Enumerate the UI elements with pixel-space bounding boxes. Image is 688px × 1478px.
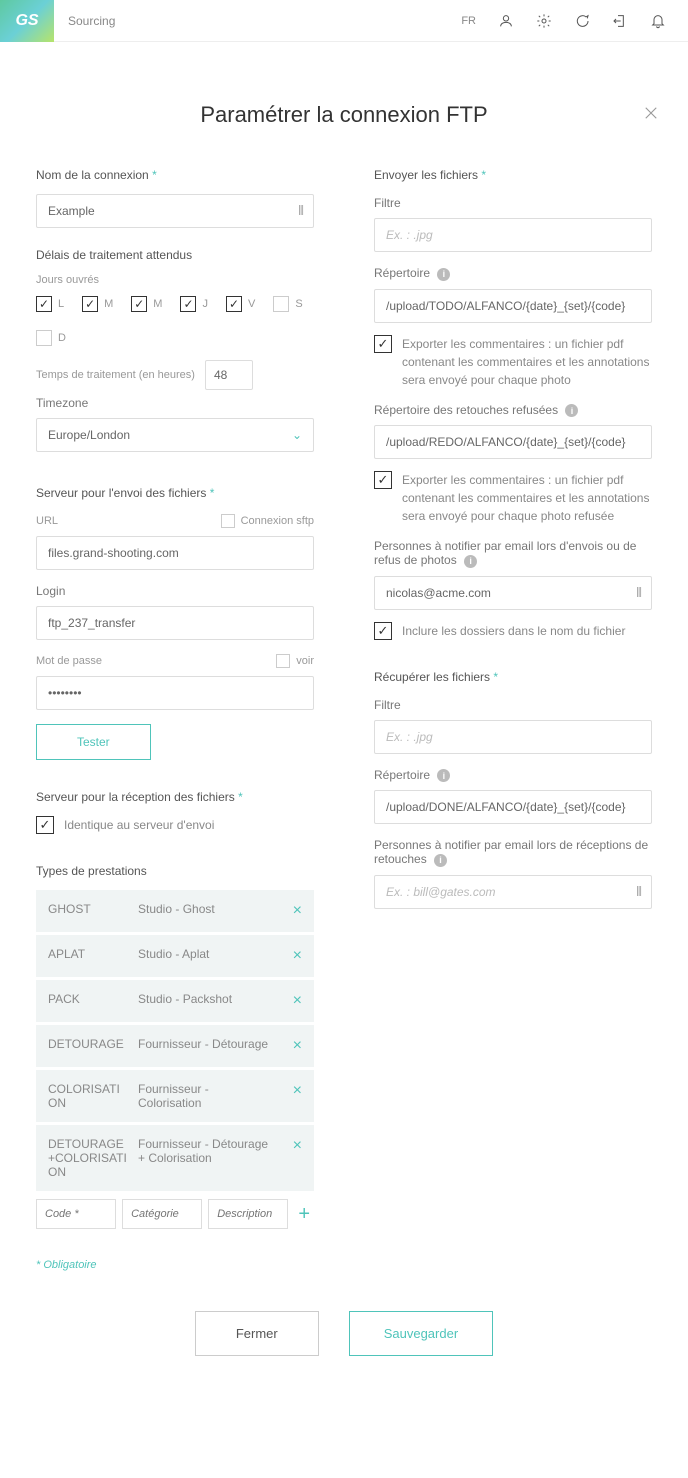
prest-row: DETOURAGE+COLORISATIONFournisseur - Déto… — [36, 1125, 314, 1191]
remove-icon[interactable]: × — [282, 992, 302, 1010]
bars-icon[interactable]: ⦀ — [636, 585, 642, 601]
day-M2[interactable] — [131, 296, 147, 312]
left-column: Nom de la connexion * ⦀ Délais de traite… — [36, 168, 314, 1271]
bars-icon[interactable]: ⦀ — [298, 203, 304, 219]
pwd-label: Mot de passe — [36, 655, 102, 667]
right-column: Envoyer les fichiers * Filtre Répertoire… — [374, 168, 652, 1271]
prest-list: GHOSTStudio - Ghost× APLATStudio - Aplat… — [36, 890, 314, 1191]
chat-icon[interactable] — [574, 13, 590, 29]
close-icon[interactable] — [642, 104, 660, 122]
refused-repo-input[interactable] — [374, 425, 652, 459]
send-filter-input[interactable] — [374, 218, 652, 252]
info-icon[interactable]: i — [437, 268, 450, 281]
prest-row: COLORISATIONFournisseur - Colorisation× — [36, 1070, 314, 1122]
recv-repo-input[interactable] — [374, 790, 652, 824]
url-label: URL — [36, 515, 58, 527]
day-V[interactable] — [226, 296, 242, 312]
save-button[interactable]: Sauvegarder — [349, 1311, 493, 1356]
day-L[interactable] — [36, 296, 52, 312]
timezone-select[interactable]: Europe/London ⌄ — [36, 418, 314, 452]
gear-icon[interactable] — [536, 13, 552, 29]
send-repo-label: Répertoire i — [374, 266, 652, 281]
remove-icon[interactable]: × — [282, 947, 302, 965]
workdays-label: Jours ouvrés — [36, 274, 314, 286]
recv-files-label: Récupérer les fichiers * — [374, 670, 652, 684]
timezone-label: Timezone — [36, 396, 314, 410]
add-icon[interactable]: + — [294, 1203, 314, 1226]
test-button[interactable]: Tester — [36, 724, 151, 760]
nav-sourcing[interactable]: Sourcing — [54, 14, 129, 28]
pwd-show-checkbox[interactable] — [276, 654, 290, 668]
recv-repo-label: Répertoire i — [374, 768, 652, 783]
remove-icon[interactable]: × — [282, 902, 302, 920]
include-folders-checkbox[interactable] — [374, 622, 392, 640]
login-label: Login — [36, 584, 314, 598]
topbar: GS Sourcing FR — [0, 0, 688, 42]
send-files-label: Envoyer les fichiers * — [374, 168, 652, 182]
recv-server-label: Serveur pour la réception des fichiers * — [36, 790, 314, 804]
remove-icon[interactable]: × — [282, 1037, 302, 1055]
send-repo-input[interactable] — [374, 289, 652, 323]
logo[interactable]: GS — [0, 0, 54, 42]
sftp-checkbox[interactable] — [221, 514, 235, 528]
day-J[interactable] — [180, 296, 196, 312]
bars-icon[interactable]: ⦀ — [636, 884, 642, 900]
same-server-checkbox[interactable] — [36, 816, 54, 834]
proc-time-label: Temps de traitement (en heures) — [36, 369, 195, 381]
info-icon[interactable]: i — [565, 404, 578, 417]
bell-icon[interactable] — [650, 13, 666, 29]
notify-send-label: Personnes à notifier par email lors d'en… — [374, 539, 652, 568]
remove-icon[interactable]: × — [282, 1137, 302, 1179]
day-S[interactable] — [273, 296, 289, 312]
proc-time-input[interactable] — [205, 360, 253, 390]
info-icon[interactable]: i — [464, 555, 477, 568]
prest-label: Types de prestations — [36, 864, 314, 878]
page-title: Paramétrer la connexion FTP — [36, 102, 652, 128]
conn-name-label: Nom de la connexion * — [36, 168, 314, 182]
send-filter-label: Filtre — [374, 196, 652, 210]
add-cat-input[interactable] — [122, 1199, 202, 1229]
logout-icon[interactable] — [612, 13, 628, 29]
prest-row: GHOSTStudio - Ghost× — [36, 890, 314, 932]
delay-label: Délais de traitement attendus — [36, 248, 314, 262]
conn-name-input[interactable] — [36, 194, 314, 228]
pwd-input[interactable] — [36, 676, 314, 710]
notify-send-input[interactable] — [374, 576, 652, 610]
day-M1[interactable] — [82, 296, 98, 312]
user-icon[interactable] — [498, 13, 514, 29]
add-desc-input[interactable] — [208, 1199, 288, 1229]
recv-filter-input[interactable] — [374, 720, 652, 754]
send-server-label: Serveur pour l'envoi des fichiers * — [36, 486, 314, 500]
lang-switch[interactable]: FR — [461, 15, 476, 27]
remove-icon[interactable]: × — [282, 1082, 302, 1110]
login-input[interactable] — [36, 606, 314, 640]
export-comments-checkbox[interactable] — [374, 335, 392, 353]
day-D[interactable] — [36, 330, 52, 346]
add-code-input[interactable] — [36, 1199, 116, 1229]
url-input[interactable] — [36, 536, 314, 570]
notify-recv-label: Personnes à notifier par email lors de r… — [374, 838, 652, 867]
prest-row: APLATStudio - Aplat× — [36, 935, 314, 977]
prest-row: PACKStudio - Packshot× — [36, 980, 314, 1022]
refused-repo-label: Répertoire des retouches refusées i — [374, 403, 652, 418]
recv-filter-label: Filtre — [374, 698, 652, 712]
info-icon[interactable]: i — [437, 769, 450, 782]
info-icon[interactable]: i — [434, 854, 447, 867]
chevron-down-icon: ⌄ — [292, 428, 302, 442]
obligatoire-note: * Obligatoire — [36, 1259, 314, 1271]
export-comments-refused-checkbox[interactable] — [374, 471, 392, 489]
close-button[interactable]: Fermer — [195, 1311, 319, 1356]
notify-recv-input[interactable] — [374, 875, 652, 909]
prest-row: DETOURAGEFournisseur - Détourage× — [36, 1025, 314, 1067]
